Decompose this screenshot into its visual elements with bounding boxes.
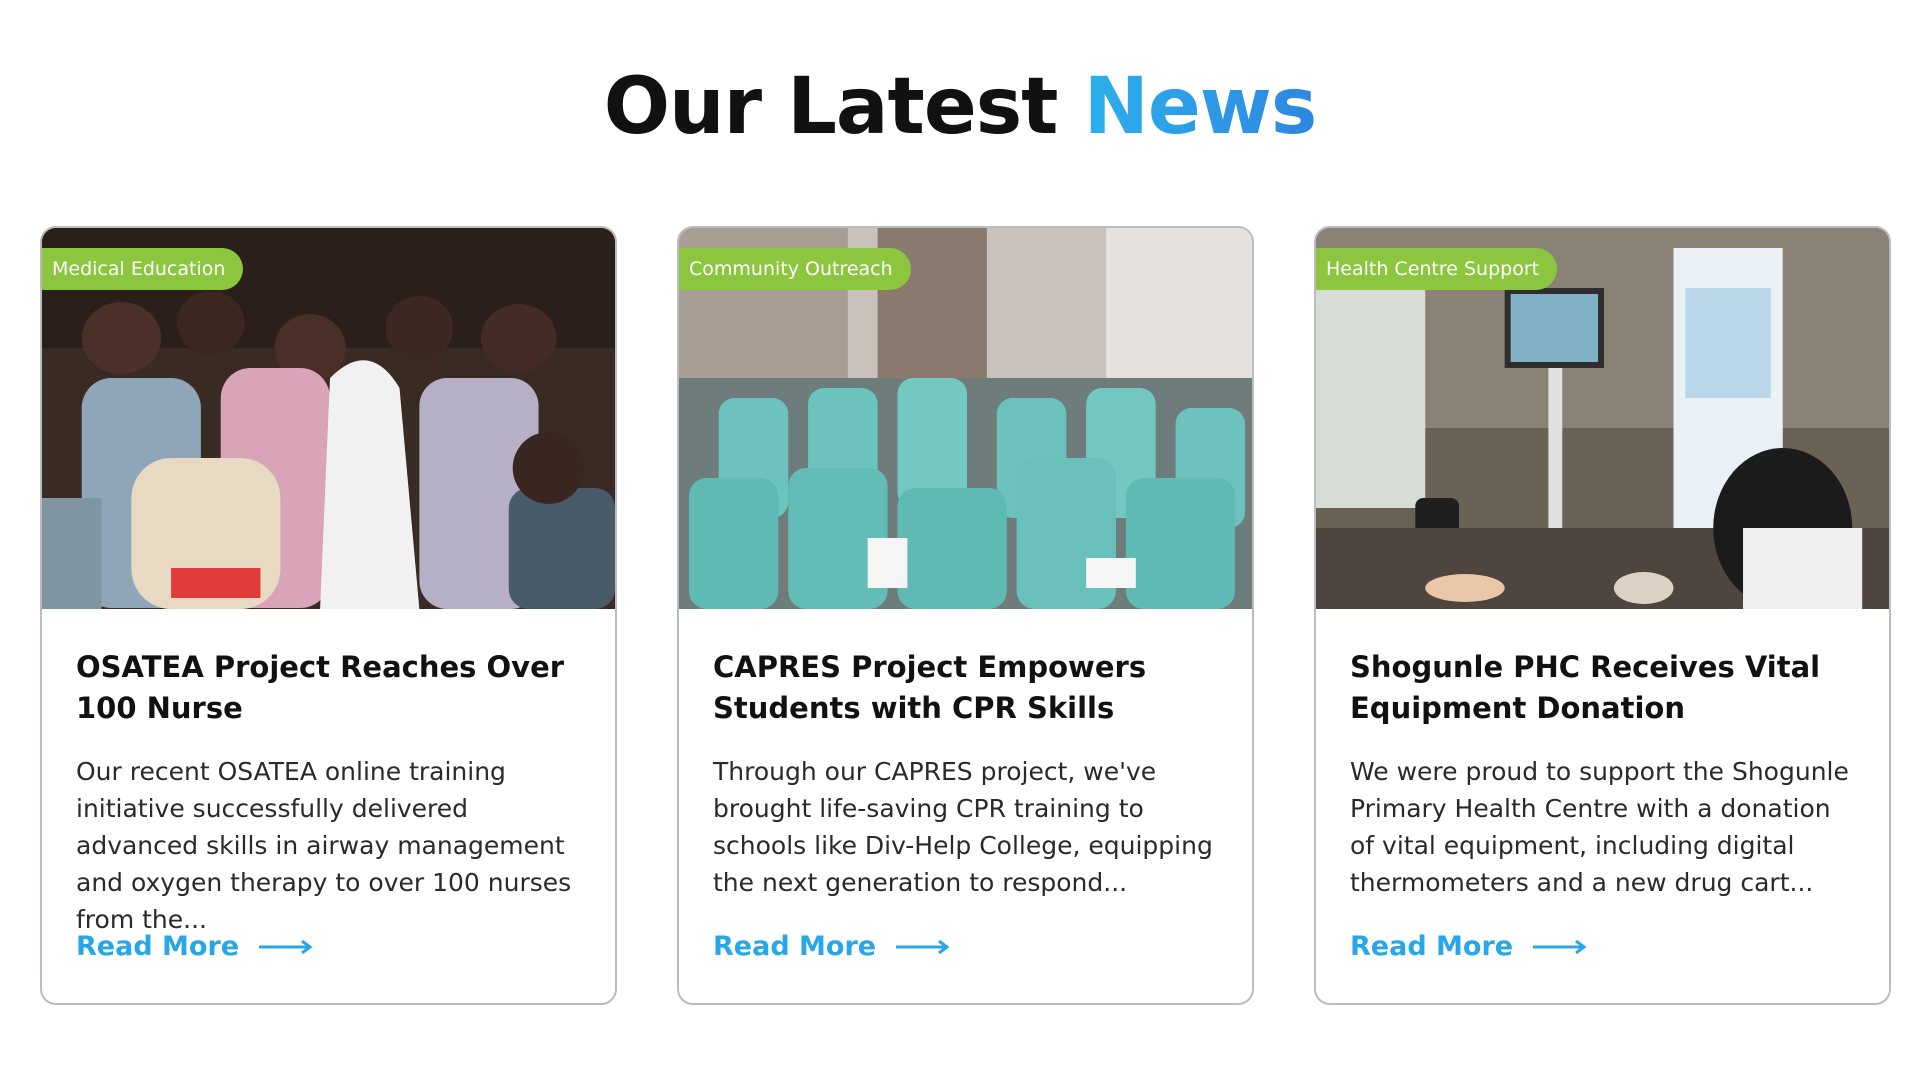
news-card-excerpt: Our recent OSATEA online training initia… (76, 757, 572, 934)
news-card-image[interactable]: Community Outreach (679, 228, 1252, 609)
news-card-body: CAPRES Project Empowers Students with CP… (679, 609, 1252, 962)
news-card-title[interactable]: CAPRES Project Empowers Students with CP… (713, 647, 1218, 729)
read-more-label: Read More (1350, 931, 1514, 962)
section-title-accent: News (1083, 62, 1318, 152)
read-more-link[interactable]: Read More (713, 931, 1218, 962)
news-card-title[interactable]: Shogunle PHC Receives Vital Equipment Do… (1350, 647, 1855, 729)
read-more-label: Read More (76, 931, 240, 962)
section-title-main: Our Latest (603, 62, 1059, 152)
arrow-right-icon (1533, 939, 1587, 954)
news-card-body: Shogunle PHC Receives Vital Equipment Do… (1316, 609, 1889, 962)
section-title: Our Latest News (0, 62, 1920, 152)
news-card-title[interactable]: OSATEA Project Reaches Over 100 Nurse (76, 647, 581, 729)
news-card-image[interactable]: Health Centre Support (1316, 228, 1889, 609)
news-card-body: OSATEA Project Reaches Over 100 Nurse Ou… (42, 609, 615, 962)
arrow-right-icon (896, 939, 950, 954)
news-card-image[interactable]: Medical Education (42, 228, 615, 609)
news-card[interactable]: Health Centre Support Shogunle PHC Recei… (1314, 226, 1891, 1005)
news-card-list: Medical Education OSATEA Project Reaches… (40, 226, 1891, 1006)
read-more-link[interactable]: Read More (76, 931, 581, 962)
news-card[interactable]: Community Outreach CAPRES Project Empowe… (677, 226, 1254, 1005)
arrow-right-icon (259, 939, 313, 954)
read-more-link[interactable]: Read More (1350, 931, 1855, 962)
category-tag[interactable]: Community Outreach (679, 248, 911, 290)
category-tag[interactable]: Medical Education (42, 248, 244, 290)
news-card-excerpt: Through our CAPRES project, we've brough… (713, 757, 1213, 897)
category-tag[interactable]: Health Centre Support (1316, 248, 1558, 290)
news-card-excerpt: We were proud to support the Shogunle Pr… (1350, 757, 1849, 897)
news-card[interactable]: Medical Education OSATEA Project Reaches… (40, 226, 617, 1005)
read-more-label: Read More (713, 931, 877, 962)
